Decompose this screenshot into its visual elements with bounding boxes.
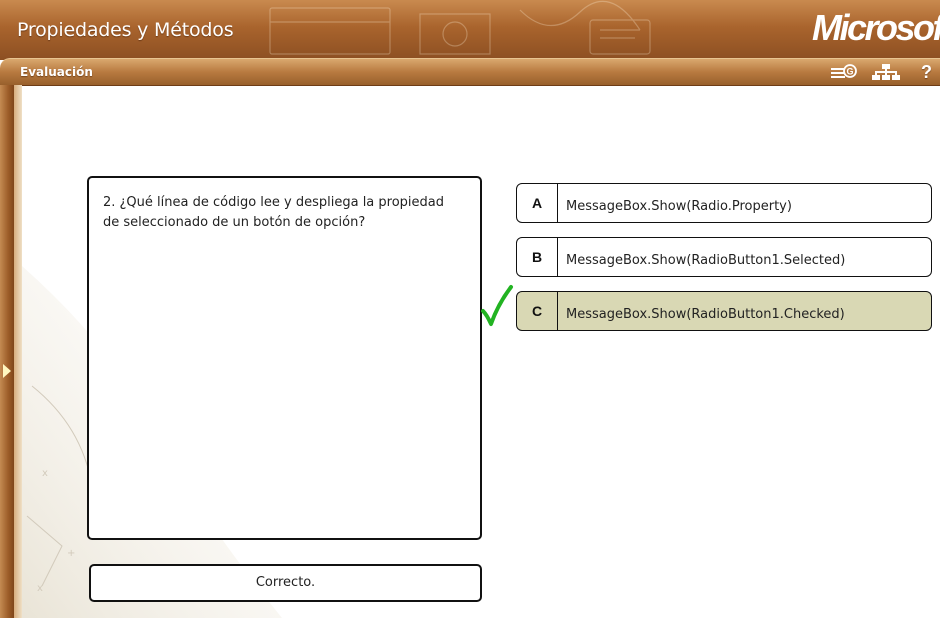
- option-text: MessageBox.Show(RadioButton1.Selected): [566, 253, 846, 268]
- option-letter: B: [517, 238, 558, 276]
- checkmark-icon: [481, 285, 513, 326]
- content-area: x + x 2. ¿Qué línea de código lee y desp…: [22, 86, 940, 618]
- question-box: 2. ¿Qué línea de código lee y despliega …: [87, 176, 482, 540]
- sitemap-icon[interactable]: [872, 63, 900, 81]
- feedback-box: Correcto.: [89, 564, 482, 602]
- app-title: Propiedades y Métodos: [17, 19, 234, 41]
- section-toolbar: Evaluación G ?: [0, 58, 940, 86]
- option-text: MessageBox.Show(RadioButton1.Checked): [566, 307, 845, 322]
- microsoft-logo: Microsoft: [812, 6, 940, 50]
- expand-arrow-icon[interactable]: [3, 364, 11, 378]
- brand-logo-text: Microsoft: [812, 7, 940, 48]
- option-letter: C: [517, 292, 558, 330]
- glossary-icon[interactable]: G: [830, 63, 858, 81]
- svg-text:G: G: [846, 67, 853, 77]
- svg-text:+: +: [67, 548, 75, 559]
- answer-option-a[interactable]: A MessageBox.Show(Radio.Property): [516, 183, 932, 223]
- answer-option-b[interactable]: B MessageBox.Show(RadioButton1.Selected): [516, 237, 932, 277]
- question-text: 2. ¿Qué línea de código lee y despliega …: [103, 195, 445, 230]
- svg-text:x: x: [37, 583, 43, 594]
- left-frame: [0, 85, 14, 618]
- feedback-text: Correcto.: [255, 575, 316, 590]
- option-letter: A: [517, 184, 558, 222]
- app-header: Propiedades y Métodos Microsoft: [0, 0, 940, 60]
- left-frame-inner: [14, 85, 22, 618]
- header-sketch-decoration: [269, 0, 651, 55]
- answer-option-c[interactable]: C MessageBox.Show(RadioButton1.Checked): [516, 291, 932, 331]
- option-text: MessageBox.Show(Radio.Property): [566, 199, 792, 214]
- svg-text:x: x: [42, 468, 48, 479]
- section-title: Evaluación: [20, 65, 93, 79]
- help-icon[interactable]: ?: [921, 63, 937, 81]
